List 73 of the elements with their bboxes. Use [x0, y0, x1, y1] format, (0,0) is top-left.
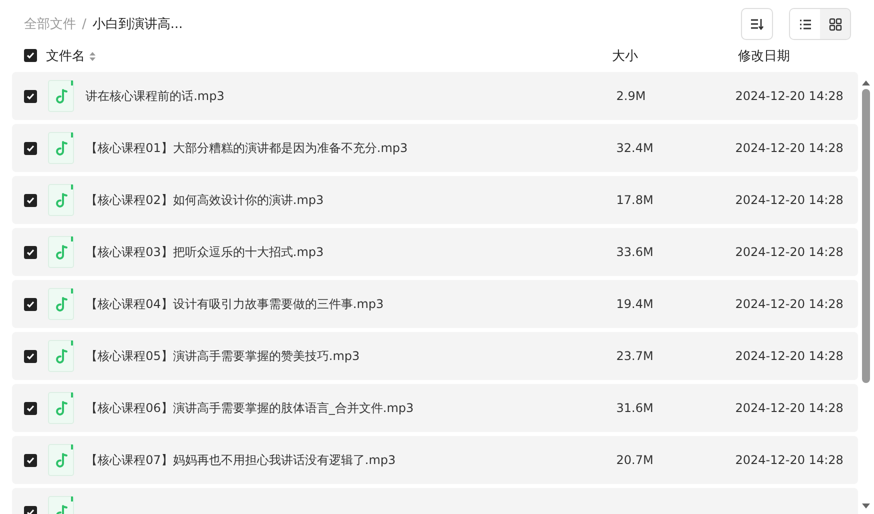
- modified-date: 2024-12-20 14:28: [735, 453, 844, 467]
- scroll-up-icon[interactable]: [861, 79, 871, 87]
- list-icon: [798, 18, 812, 30]
- file-size: 17.8M: [616, 193, 654, 207]
- file-row[interactable]: 【核心课程03】把听众逗乐的十大招式.mp3 33.6M 2024-12-20 14:28: [12, 228, 858, 276]
- grid-icon: [828, 18, 842, 30]
- file-row[interactable]: 【核心课程01】大部分糟糕的演讲都是因为准备不充分.mp3 32.4M 2024-12-20 14:28: [12, 124, 858, 172]
- file-size: 20.7M: [616, 453, 654, 467]
- modified-date: 2024-12-20 14:28: [735, 349, 844, 363]
- audio-file-icon: [48, 340, 74, 372]
- checkmark-icon: [26, 50, 35, 60]
- audio-file-icon: [48, 80, 74, 112]
- checkmark-icon: [26, 144, 35, 152]
- file-name: 【核心课程05】演讲高手需要掌握的赞美技巧.mp3: [86, 348, 360, 362]
- file-size: 32.4M: [616, 141, 654, 155]
- checkmark-icon: [26, 92, 35, 100]
- file-row[interactable]: 【核心课程04】设计有吸引力故事需要做的三件事.mp3 19.4M 2024-12-20 14:28: [12, 280, 858, 328]
- file-name: 【核心课程06】演讲高手需要掌握的肢体语言_合并文件.mp3: [86, 400, 414, 414]
- file-size: 19.4M: [616, 297, 654, 311]
- row-checkbox[interactable]: [24, 142, 37, 154]
- column-header[interactable]: 文件名: [46, 47, 85, 65]
- file-row[interactable]: 【核心课程05】演讲高手需要掌握的赞美技巧.mp3 23.7M 2024-12-20 14:28: [12, 332, 858, 380]
- file-name: 【核心课程04】设计有吸引力故事需要做的三件事.mp3: [86, 296, 384, 310]
- file-size: 23.7M: [616, 349, 654, 363]
- audio-file-icon: [48, 288, 74, 320]
- audio-file-icon: [48, 236, 74, 268]
- row-checkbox[interactable]: [24, 454, 37, 466]
- modified-date: 2024-12-20 14:28: [735, 297, 844, 311]
- audio-file-icon: [48, 392, 74, 424]
- row-checkbox[interactable]: [24, 350, 37, 362]
- view-button[interactable]: [790, 9, 820, 39]
- scroll-down-icon[interactable]: [861, 502, 871, 510]
- audio-file-icon: [48, 444, 74, 476]
- file-row[interactable]: 【核心课程02】如何高效设计你的演讲.mp3 17.8M 2024-12-20 14:28: [12, 176, 858, 224]
- select-all-checkbox[interactable]: [24, 48, 37, 62]
- modified-date: 2024-12-20 14:28: [735, 193, 844, 207]
- scrollbar-thumb[interactable]: [862, 89, 870, 383]
- checkmark-icon: [26, 508, 35, 514]
- row-checkbox[interactable]: [24, 298, 37, 310]
- checkmark-icon: [26, 404, 35, 412]
- checkmark-icon: [26, 248, 35, 256]
- row-checkbox[interactable]: [24, 90, 37, 102]
- audio-file-icon: [48, 132, 74, 164]
- checkmark-icon: [26, 352, 35, 360]
- file-row[interactable]: 【核心课程07】妈妈再也不用担心我讲话没有逻辑了.mp3 20.7M 2024-12-20 14:28: [12, 436, 858, 484]
- row-checkbox[interactable]: [24, 194, 37, 206]
- checkmark-icon: [26, 300, 35, 308]
- file-name: 讲在核心课程前的话.mp3: [86, 88, 224, 102]
- breadcrumb-current: 小白到演讲高...: [92, 16, 183, 33]
- file-size: 31.6M: [616, 401, 654, 415]
- file-size: 33.6M: [616, 245, 654, 259]
- file-row[interactable]: 讲在核心课程前的话.mp3 2.9M 2024-12-20 14:28: [12, 72, 858, 120]
- sort-button[interactable]: [741, 8, 773, 40]
- breadcrumb-separator: /: [82, 16, 86, 32]
- checkmark-icon: [26, 456, 35, 464]
- row-checkbox[interactable]: [24, 402, 37, 414]
- column-header: 修改日期: [738, 49, 790, 64]
- file-row[interactable]: 【核心课程06】演讲高手需要掌握的肢体语言_合并文件.mp3 31.6M 2024-12-20 14:28: [12, 384, 858, 432]
- file-name: 【核心课程07】妈妈再也不用担心我讲话没有逻辑了.mp3: [86, 452, 396, 466]
- file-size: 2.9M: [616, 89, 646, 103]
- modified-date: 2024-12-20 14:28: [735, 141, 844, 155]
- checkmark-icon: [26, 196, 35, 204]
- sort-arrows-icon[interactable]: [89, 50, 96, 62]
- modified-date: 2024-12-20 14:28: [735, 245, 844, 259]
- file-name: 【核心课程03】把听众逗乐的十大招式.mp3: [86, 244, 324, 258]
- file-name: 【核心课程02】如何高效设计你的演讲.mp3: [86, 192, 324, 206]
- sort-icon: [750, 18, 764, 30]
- column-header: 大小: [612, 49, 638, 64]
- file-name: 【核心课程01】大部分糟糕的演讲都是因为准备不充分.mp3: [86, 140, 408, 154]
- row-checkbox[interactable]: [24, 246, 37, 258]
- modified-date: 2024-12-20 14:28: [735, 89, 844, 103]
- modified-date: 2024-12-20 14:28: [735, 401, 844, 415]
- audio-file-icon: [48, 184, 74, 216]
